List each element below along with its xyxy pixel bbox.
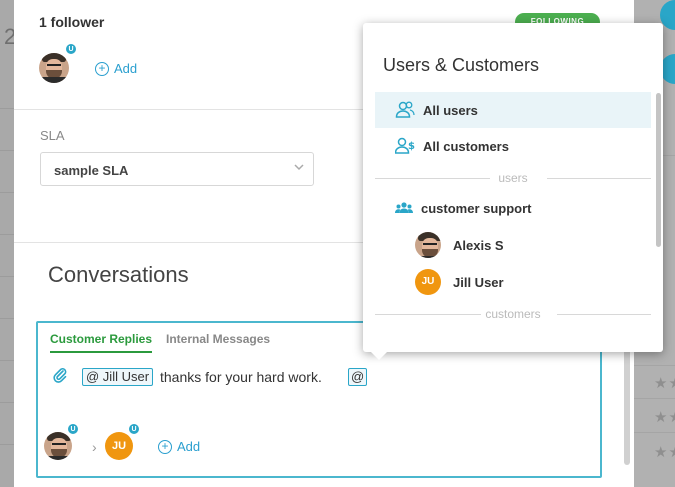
dropdown-scrollbar[interactable] <box>656 93 661 247</box>
dropdown-item-label: customer support <box>421 200 532 216</box>
participant-avatar[interactable] <box>44 432 72 460</box>
dropdown-user-name: Alexis S <box>453 237 504 253</box>
user-type-badge: U <box>65 43 77 55</box>
add-follower-button[interactable]: + Add <box>95 61 137 76</box>
section-label: users <box>498 171 528 185</box>
dropdown-item-label: All customers <box>423 138 509 154</box>
sla-label: SLA <box>40 128 65 143</box>
tab-internal-messages[interactable]: Internal Messages <box>166 332 270 346</box>
user-type-badge: U <box>128 423 140 435</box>
panel-scrollbar[interactable] <box>624 345 630 465</box>
section-divider <box>14 242 364 243</box>
mention-trigger[interactable]: @ <box>348 368 368 386</box>
attachment-icon[interactable] <box>52 367 68 383</box>
chevron-down-icon <box>294 164 304 171</box>
svg-text:$: $ <box>408 141 415 152</box>
plus-circle-icon: + <box>95 61 109 76</box>
mention-dropdown: Users & Customers All users $ All custom… <box>363 23 663 360</box>
sla-select[interactable]: sample SLA <box>40 152 314 186</box>
user-type-badge: U <box>67 423 79 435</box>
section-separator-customers: customers <box>375 307 651 321</box>
dropdown-title: Users & Customers <box>383 55 540 75</box>
dropdown-item-group[interactable]: customer support <box>375 190 651 226</box>
customers-icon: $ <box>395 137 415 154</box>
section-label: customers <box>485 307 541 321</box>
participant-avatar-initials[interactable]: JU <box>105 432 133 460</box>
chevron-right-icon: › <box>92 439 97 455</box>
user-avatar-initials: JU <box>415 269 441 295</box>
user-avatar <box>415 232 441 258</box>
add-follower-label: Add <box>114 61 138 76</box>
plus-circle-icon: + <box>158 439 172 454</box>
conversations-title: Conversations <box>48 262 189 287</box>
dropdown-item-all-customers[interactable]: $ All customers <box>375 128 651 164</box>
mention-tag[interactable]: @ Jill User <box>82 368 154 386</box>
users-icon <box>395 101 415 118</box>
star-icon: ★★ <box>654 444 675 461</box>
add-recipient-button[interactable]: + Add <box>158 439 200 454</box>
dropdown-caret <box>369 350 389 360</box>
dropdown-item-all-users[interactable]: All users <box>375 92 651 128</box>
section-separator-users: users <box>375 171 651 185</box>
star-icon: ★★ <box>654 375 675 392</box>
follower-avatar[interactable] <box>39 53 69 83</box>
group-icon <box>395 202 413 213</box>
dropdown-user-name: Jill User <box>453 274 504 290</box>
add-recipient-label: Add <box>177 439 201 454</box>
followers-count: 1 follower <box>39 14 105 30</box>
section-divider <box>14 109 364 110</box>
star-icon: ★★ <box>654 409 675 426</box>
tab-customer-replies[interactable]: Customer Replies <box>50 332 153 353</box>
dropdown-item-label: All users <box>423 102 478 118</box>
sla-selected-value: sample SLA <box>54 163 129 178</box>
message-text: thanks for your hard work. <box>160 369 322 385</box>
background-page-edge: 2 <box>0 0 16 487</box>
